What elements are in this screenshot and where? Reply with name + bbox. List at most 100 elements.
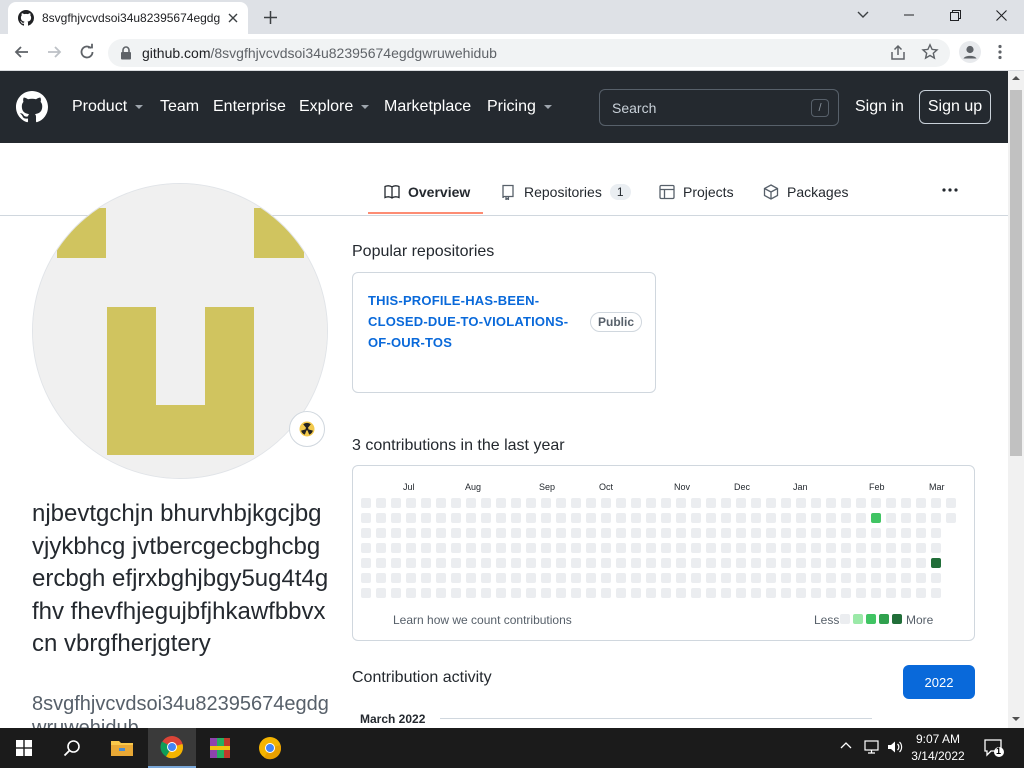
contribution-day-cell[interactable]	[781, 543, 791, 553]
bookmark-star-icon[interactable]	[921, 43, 939, 61]
volume-icon[interactable]	[886, 739, 904, 755]
contribution-day-cell[interactable]	[526, 543, 536, 553]
contribution-day-cell[interactable]	[871, 558, 881, 568]
contribution-day-cell[interactable]	[481, 528, 491, 538]
contribution-day-cell[interactable]	[916, 528, 926, 538]
contribution-day-cell[interactable]	[601, 528, 611, 538]
contribution-day-cell[interactable]	[706, 528, 716, 538]
contribution-day-cell[interactable]	[376, 513, 386, 523]
contribution-day-cell[interactable]	[931, 543, 941, 553]
contribution-day-cell[interactable]	[406, 498, 416, 508]
contribution-day-cell[interactable]	[886, 498, 896, 508]
contribution-day-cell[interactable]	[361, 558, 371, 568]
contribution-day-cell[interactable]	[451, 558, 461, 568]
minimize-icon[interactable]	[886, 0, 932, 30]
chrome-taskbar-icon[interactable]	[148, 728, 196, 768]
contribution-day-cell[interactable]	[931, 588, 941, 598]
contribution-day-cell[interactable]	[901, 588, 911, 598]
contribution-day-cell[interactable]	[496, 498, 506, 508]
contribution-day-cell[interactable]	[616, 498, 626, 508]
contribution-day-cell[interactable]	[811, 513, 821, 523]
contribution-day-cell[interactable]	[526, 513, 536, 523]
reload-icon[interactable]	[77, 42, 97, 62]
contribution-day-cell[interactable]	[391, 543, 401, 553]
contribution-day-cell[interactable]	[466, 558, 476, 568]
contribution-day-cell[interactable]	[391, 528, 401, 538]
contribution-day-cell[interactable]	[436, 498, 446, 508]
contribution-day-cell[interactable]	[361, 498, 371, 508]
contribution-day-cell[interactable]	[916, 543, 926, 553]
contribution-day-cell[interactable]	[421, 498, 431, 508]
chrome-menu-icon[interactable]	[997, 44, 1003, 60]
contribution-day-cell[interactable]	[766, 543, 776, 553]
contribution-day-cell[interactable]	[451, 528, 461, 538]
contribution-day-cell[interactable]	[676, 588, 686, 598]
contribution-day-cell[interactable]	[886, 528, 896, 538]
contribution-day-cell[interactable]	[811, 558, 821, 568]
contribution-day-cell[interactable]	[931, 513, 941, 523]
contribution-day-cell[interactable]	[586, 513, 596, 523]
contribution-day-cell[interactable]	[901, 558, 911, 568]
restore-icon[interactable]	[932, 0, 978, 30]
contribution-day-cell[interactable]	[766, 558, 776, 568]
contribution-day-cell[interactable]	[376, 573, 386, 583]
contribution-day-cell[interactable]	[886, 588, 896, 598]
contribution-day-cell[interactable]	[916, 588, 926, 598]
contribution-day-cell[interactable]	[436, 573, 446, 583]
contribution-day-cell[interactable]	[826, 513, 836, 523]
contribution-day-cell[interactable]	[511, 573, 521, 583]
contribution-day-cell[interactable]	[571, 513, 581, 523]
contribution-day-cell[interactable]	[736, 543, 746, 553]
back-arrow-icon[interactable]	[12, 42, 32, 62]
contribution-day-cell[interactable]	[466, 543, 476, 553]
contribution-day-cell[interactable]	[826, 528, 836, 538]
contribution-day-cell[interactable]	[496, 528, 506, 538]
contribution-day-cell[interactable]	[361, 528, 371, 538]
contribution-day-cell[interactable]	[661, 543, 671, 553]
contribution-day-cell[interactable]	[526, 573, 536, 583]
contribution-day-cell[interactable]	[916, 573, 926, 583]
contribution-day-cell[interactable]	[856, 588, 866, 598]
scrollbar-thumb[interactable]	[1010, 90, 1022, 456]
contribution-day-cell[interactable]	[706, 573, 716, 583]
nav-pricing[interactable]: Pricing	[487, 98, 552, 116]
contribution-day-cell[interactable]	[676, 528, 686, 538]
contribution-day-cell[interactable]	[811, 573, 821, 583]
tab-search-chevron-icon[interactable]	[840, 0, 886, 30]
search-input[interactable]: Search /	[599, 89, 839, 126]
contribution-day-cell[interactable]	[541, 543, 551, 553]
contribution-day-cell[interactable]	[481, 558, 491, 568]
contribution-day-cell[interactable]	[856, 543, 866, 553]
contribution-day-cell[interactable]	[811, 528, 821, 538]
contribution-day-cell[interactable]	[826, 498, 836, 508]
tab-packages[interactable]: Packages	[763, 182, 848, 202]
contribution-day-cell[interactable]	[391, 588, 401, 598]
contribution-day-cell[interactable]	[871, 588, 881, 598]
contribution-day-cell[interactable]	[601, 558, 611, 568]
contribution-day-cell[interactable]	[826, 588, 836, 598]
contribution-day-cell[interactable]	[571, 573, 581, 583]
contribution-day-cell[interactable]	[466, 588, 476, 598]
lock-icon[interactable]	[120, 46, 132, 60]
contribution-day-cell[interactable]	[916, 498, 926, 508]
contribution-day-cell[interactable]	[481, 498, 491, 508]
contribution-day-cell[interactable]	[406, 558, 416, 568]
contribution-day-cell[interactable]	[886, 543, 896, 553]
contribution-day-cell[interactable]	[361, 513, 371, 523]
contribution-day-cell[interactable]	[556, 558, 566, 568]
github-logo-icon[interactable]	[16, 91, 48, 123]
contribution-day-cell[interactable]	[466, 573, 476, 583]
contribution-day-cell[interactable]	[541, 558, 551, 568]
contribution-day-cell[interactable]	[721, 588, 731, 598]
contribution-day-cell[interactable]	[511, 543, 521, 553]
contribution-day-cell[interactable]	[511, 558, 521, 568]
contribution-day-cell[interactable]	[616, 513, 626, 523]
contribution-day-cell[interactable]	[451, 498, 461, 508]
scroll-down-arrow-icon[interactable]	[1011, 715, 1021, 723]
nav-explore[interactable]: Explore	[299, 98, 370, 116]
url-text[interactable]: github.com/8svgfhjvcvdsoi34u82395674egdg…	[142, 45, 497, 61]
learn-contributions-link[interactable]: Learn how we count contributions	[393, 613, 572, 627]
contribution-day-cell[interactable]	[901, 513, 911, 523]
contribution-day-cell[interactable]	[691, 528, 701, 538]
contribution-day-cell[interactable]	[526, 558, 536, 568]
